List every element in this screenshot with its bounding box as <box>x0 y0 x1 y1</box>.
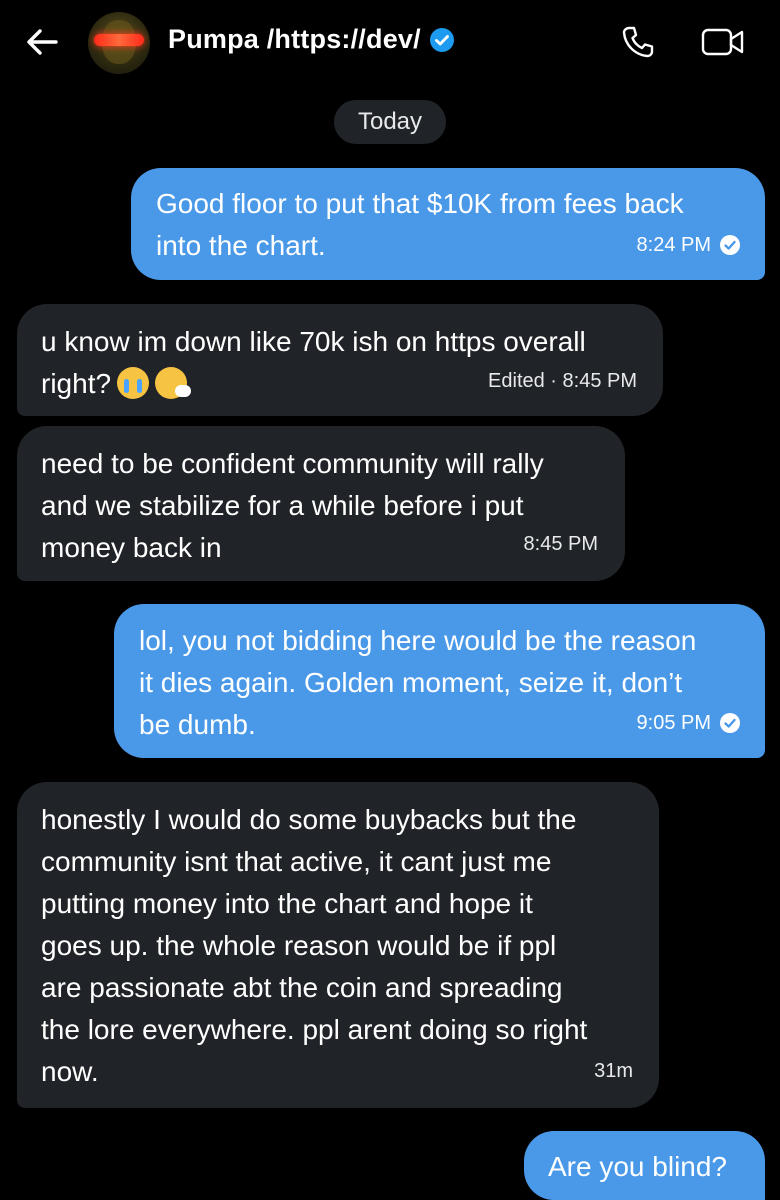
message-meta: Edited · 8:45 PM <box>488 360 637 402</box>
message-timestamp: 8:24 PM <box>636 234 711 256</box>
message-text-fragment: right? <box>41 368 112 399</box>
back-arrow-icon[interactable] <box>22 22 62 62</box>
message-bubble-sent[interactable]: Good floor to put that $10K from fees ba… <box>131 168 765 280</box>
phone-icon[interactable] <box>618 22 658 62</box>
message-text-line: Good floor to put that $10K from fees ba… <box>156 188 684 219</box>
sneezing-face-emoji-icon <box>155 366 192 399</box>
message-text-line: it dies again. Golden moment, seize it, … <box>139 667 683 698</box>
message-meta: 8:45 PM <box>524 523 598 565</box>
video-camera-icon[interactable] <box>700 22 746 62</box>
message-timestamp: 8:45 PM <box>523 533 598 555</box>
message-bubble-received[interactable]: honestly I would do some buybacks but th… <box>17 782 659 1108</box>
message-text-line: putting money into the chart and hope it <box>41 888 533 919</box>
message-text-line: goes up. the whole reason would be if pp… <box>41 930 557 961</box>
message-text-line: the lore everywhere. ppl arent doing so … <box>41 1014 588 1045</box>
message-bubble-sent[interactable]: Are you blind? <box>524 1131 765 1200</box>
message-bubble-received[interactable]: u know im down like 70k ish on https ove… <box>17 304 663 416</box>
read-check-icon <box>720 713 740 733</box>
read-check-icon <box>720 235 740 255</box>
verified-badge-icon <box>429 27 454 52</box>
date-divider: Today <box>334 100 446 144</box>
message-text-line: Are you blind? <box>548 1151 728 1182</box>
avatar-glowing-eyes <box>94 34 144 46</box>
message-timestamp: 31m <box>594 1060 633 1082</box>
contact-name: Pumpa /https://dev/ <box>168 24 421 54</box>
message-text-line: u know im down like 70k ish on https ove… <box>41 326 586 357</box>
message-text-line: and we stabilize for a while before i pu… <box>41 490 524 521</box>
message-meta: 8:24 PM <box>637 224 741 266</box>
message-text-line: are passionate abt the coin and spreadin… <box>41 972 563 1003</box>
message-bubble-received[interactable]: need to be confident community will rall… <box>17 426 625 581</box>
message-meta: 9:05 PM <box>637 702 741 744</box>
message-timestamp: Edited · 8:45 PM <box>488 370 637 392</box>
message-timestamp: 9:05 PM <box>636 712 711 734</box>
chat-header: Pumpa /https://dev/ <box>0 0 780 84</box>
message-bubble-sent[interactable]: lol, you not bidding here would be the r… <box>114 604 765 758</box>
message-text-line: now. <box>41 1056 99 1087</box>
message-text-line: money back in <box>41 532 222 563</box>
loudly-crying-face-emoji-icon <box>117 366 150 399</box>
avatar[interactable] <box>88 12 150 74</box>
message-text-line: honestly I would do some buybacks but th… <box>41 804 577 835</box>
message-text-line: need to be confident community will rall… <box>41 448 544 479</box>
contact-name-row[interactable]: Pumpa /https://dev/ <box>168 24 455 55</box>
message-text-line: community isnt that active, it cant just… <box>41 846 552 877</box>
message-text-line: lol, you not bidding here would be the r… <box>139 625 697 656</box>
message-meta: 31m <box>594 1050 633 1092</box>
